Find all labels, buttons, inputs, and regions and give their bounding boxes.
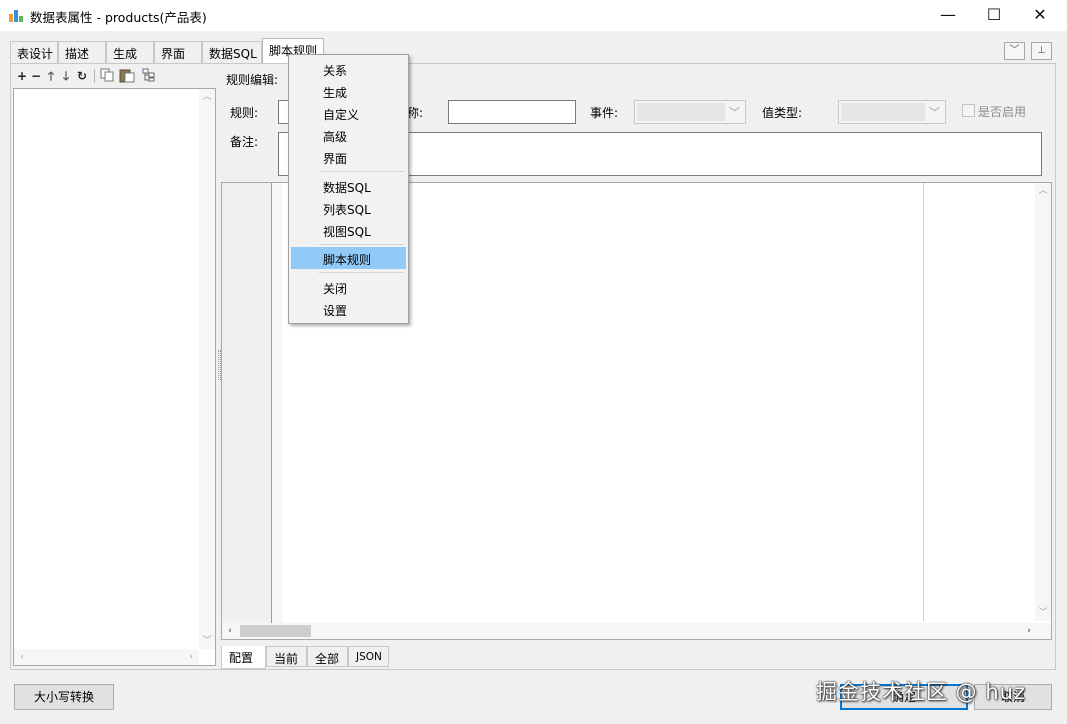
add-icon[interactable]: +: [15, 68, 29, 84]
refresh-icon[interactable]: ↻: [75, 68, 89, 84]
case-convert-button[interactable]: 大小写转换: [14, 684, 114, 710]
menu-item-settings[interactable]: 设置: [291, 298, 406, 320]
menu-item-list-sql[interactable]: 列表SQL: [291, 197, 406, 219]
minimize-button[interactable]: —: [925, 0, 971, 31]
menu-item-generate[interactable]: 生成: [291, 80, 406, 102]
tab-data-sql[interactable]: 数据SQL: [202, 41, 262, 63]
tab-json[interactable]: JSON: [348, 646, 389, 667]
app-icon: [9, 8, 23, 22]
watermark: 掘金技术社区 @ huz: [816, 680, 1026, 704]
rule-list[interactable]: ︿ ﹀ ‹ ›: [13, 88, 216, 666]
event-label: 事件:: [590, 106, 619, 120]
menu-item-advanced[interactable]: 高级: [291, 124, 406, 146]
move-down-icon[interactable]: 🡓: [59, 68, 73, 84]
window-title: 数据表属性 - products(产品表): [30, 10, 207, 25]
enabled-label: 是否启用: [978, 105, 1027, 119]
maximize-button[interactable]: ☐: [971, 0, 1017, 31]
value-type-label: 值类型:: [762, 106, 803, 120]
menu-item-close[interactable]: 关闭: [291, 276, 406, 298]
menu-item-custom[interactable]: 自定义: [291, 102, 406, 124]
tab-generate[interactable]: 生成: [106, 41, 154, 63]
chevron-down-icon: ﹀: [929, 106, 940, 119]
value-type-value: [841, 103, 925, 121]
event-value: [637, 103, 725, 121]
tab-ui[interactable]: 界面: [154, 41, 202, 63]
copy-icon[interactable]: [100, 68, 114, 84]
pin-icon: ⊥: [1037, 45, 1046, 56]
menu-item-relation[interactable]: 关系: [291, 58, 406, 80]
scroll-up-icon[interactable]: ︿: [199, 89, 215, 105]
scroll-right-icon[interactable]: ›: [1021, 623, 1037, 639]
tab-dropdown-button[interactable]: ﹀: [1004, 42, 1025, 60]
tab-config[interactable]: 配置: [221, 646, 266, 669]
scroll-up-icon[interactable]: ︿: [1035, 183, 1051, 199]
rule-edit-label: 规则编辑:: [226, 73, 279, 87]
enabled-checkbox[interactable]: [962, 104, 975, 117]
editor-right-margin: [923, 183, 924, 621]
tab-current[interactable]: 当前: [266, 646, 307, 667]
value-type-select[interactable]: ﹀: [838, 100, 946, 124]
title-bar: 数据表属性 - products(产品表) — ☐ ✕: [0, 0, 1067, 31]
tab-description[interactable]: 描述: [58, 41, 106, 63]
scroll-left-icon[interactable]: ‹: [14, 649, 30, 665]
name-label: 称:: [407, 106, 424, 120]
line-number-gutter: [222, 183, 272, 639]
scroll-right-icon[interactable]: ›: [183, 649, 199, 665]
close-button[interactable]: ✕: [1017, 0, 1063, 31]
editor-hscrollbar[interactable]: ‹ ›: [222, 623, 1051, 639]
chevron-down-icon: ﹀: [729, 106, 740, 119]
toolbar-divider: [94, 69, 95, 83]
menu-item-script-rules[interactable]: 脚本规则: [291, 247, 406, 269]
rule-label: 规则:: [230, 106, 259, 120]
menu-separator: [319, 272, 404, 273]
scroll-left-icon[interactable]: ‹: [222, 623, 238, 639]
move-up-icon[interactable]: 🡑: [44, 68, 58, 84]
menu-separator: [319, 171, 404, 172]
remark-label: 备注:: [230, 135, 259, 149]
fold-margin: [272, 183, 282, 639]
rule-list-vscrollbar[interactable]: ︿ ﹀: [199, 89, 215, 649]
tab-table-design[interactable]: 表设计: [10, 41, 58, 63]
hscroll-thumb[interactable]: [240, 625, 311, 637]
tab-context-menu: 关系 生成 自定义 高级 界面 数据SQL 列表SQL 视图SQL 脚本规则 关…: [288, 54, 409, 324]
menu-item-ui[interactable]: 界面: [291, 146, 406, 168]
tree-icon[interactable]: [142, 68, 156, 84]
paste-icon[interactable]: [119, 68, 135, 84]
tab-all[interactable]: 全部: [307, 646, 348, 667]
menu-item-data-sql[interactable]: 数据SQL: [291, 175, 406, 197]
name-field[interactable]: [448, 100, 576, 124]
editor-vscrollbar[interactable]: ︿ ﹀: [1035, 183, 1051, 621]
chevron-down-icon: ﹀: [1009, 45, 1020, 56]
scroll-down-icon[interactable]: ﹀: [199, 633, 215, 649]
event-select[interactable]: ﹀: [634, 100, 746, 124]
menu-separator: [319, 244, 404, 245]
menu-item-view-sql[interactable]: 视图SQL: [291, 219, 406, 241]
pin-button[interactable]: ⊥: [1031, 42, 1052, 60]
scroll-down-icon[interactable]: ﹀: [1035, 605, 1051, 621]
rule-list-hscrollbar[interactable]: ‹ ›: [14, 649, 199, 665]
remove-icon[interactable]: −: [29, 68, 43, 84]
